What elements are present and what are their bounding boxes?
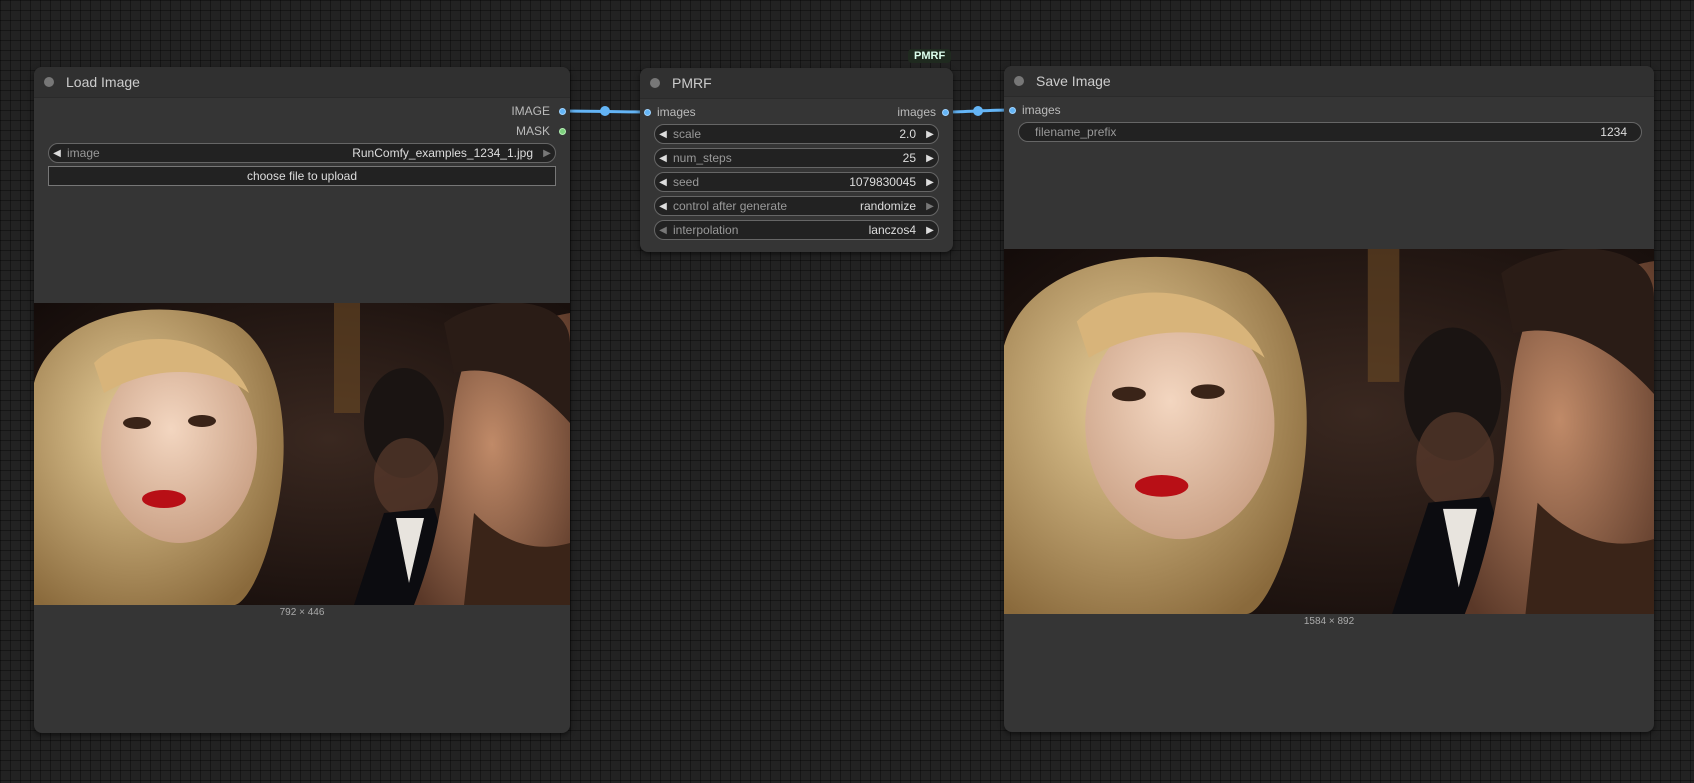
input-slot-images[interactable]: images bbox=[1009, 102, 1061, 118]
saved-image-preview bbox=[1004, 249, 1654, 614]
scale-widget[interactable]: ◀ scale 2.0 ▶ bbox=[654, 124, 939, 144]
pmrf-header[interactable]: PMRF bbox=[640, 68, 953, 99]
node-collapse-dot[interactable] bbox=[44, 77, 54, 87]
arrow-right-icon[interactable]: ▶ bbox=[922, 129, 938, 140]
widget-label: control after generate bbox=[673, 199, 788, 213]
widget-label: num_steps bbox=[673, 151, 732, 165]
node-title: PMRF bbox=[672, 75, 712, 91]
widget-value: 1234 bbox=[1600, 125, 1627, 139]
input-label: images bbox=[657, 105, 696, 119]
widget-label: interpolation bbox=[673, 223, 739, 237]
arrow-right-icon[interactable]: ▶ bbox=[539, 148, 555, 159]
node-title: Save Image bbox=[1036, 73, 1111, 89]
arrow-right-icon[interactable]: ▶ bbox=[922, 153, 938, 164]
arrow-left-icon[interactable]: ◀ bbox=[655, 129, 671, 140]
image-size-label: 1584 × 892 bbox=[1303, 616, 1355, 627]
widget-label: scale bbox=[673, 127, 702, 141]
output-label: MASK bbox=[515, 124, 550, 138]
preview-photo bbox=[34, 303, 570, 605]
link-midpoint-1 bbox=[600, 106, 610, 116]
output-label: IMAGE bbox=[511, 104, 550, 118]
node-collapse-dot[interactable] bbox=[1014, 76, 1024, 86]
arrow-left-icon[interactable]: ◀ bbox=[655, 225, 671, 236]
save-image-node[interactable]: Save Image images filename_prefix 1234 1… bbox=[1004, 66, 1654, 732]
arrow-left-icon[interactable]: ◀ bbox=[655, 177, 671, 188]
widget-value: RunComfy_examples_1234_1.jpg bbox=[352, 146, 533, 160]
output-dot-image[interactable] bbox=[559, 107, 566, 115]
image-preview bbox=[34, 303, 570, 605]
input-slot-images[interactable]: images bbox=[644, 104, 696, 120]
output-slot-images[interactable]: images bbox=[897, 104, 949, 120]
link-midpoint-2 bbox=[973, 106, 983, 116]
image-size-label: 792 × 446 bbox=[279, 607, 325, 618]
widget-value: lanczos4 bbox=[868, 223, 916, 237]
output-slot-mask[interactable]: MASK bbox=[516, 123, 566, 139]
control-after-generate-widget[interactable]: ◀ control after generate randomize ▶ bbox=[654, 196, 939, 216]
widget-label: filename_prefix bbox=[1035, 125, 1117, 139]
load-image-header[interactable]: Load Image bbox=[34, 67, 570, 98]
arrow-left-icon[interactable]: ◀ bbox=[49, 148, 65, 159]
widget-label: seed bbox=[673, 175, 700, 189]
widget-label: image bbox=[67, 146, 100, 160]
upload-button-label: choose file to upload bbox=[246, 169, 358, 183]
output-dot-mask[interactable] bbox=[559, 127, 566, 135]
input-dot-images[interactable] bbox=[644, 108, 651, 116]
filename-prefix-widget[interactable]: filename_prefix 1234 bbox=[1018, 122, 1642, 142]
pmrf-node[interactable]: PMRF images images ◀ scale 2.0 ▶ ◀ num_s… bbox=[640, 68, 953, 252]
seed-widget[interactable]: ◀ seed 1079830045 ▶ bbox=[654, 172, 939, 192]
widget-value: 1079830045 bbox=[849, 175, 916, 189]
arrow-left-icon[interactable]: ◀ bbox=[655, 201, 671, 212]
output-dot-images[interactable] bbox=[942, 108, 949, 116]
node-title: Load Image bbox=[66, 74, 140, 90]
arrow-left-icon[interactable]: ◀ bbox=[655, 153, 671, 164]
save-image-header[interactable]: Save Image bbox=[1004, 66, 1654, 97]
widget-value: randomize bbox=[859, 199, 916, 213]
input-label: images bbox=[1022, 103, 1061, 117]
output-slot-image[interactable]: IMAGE bbox=[511, 103, 566, 119]
output-label: images bbox=[897, 105, 936, 119]
widget-value: 2.0 bbox=[899, 127, 916, 141]
load-image-node[interactable]: Load Image IMAGE MASK ◀ image RunComfy_e… bbox=[34, 67, 570, 733]
saved-photo bbox=[1004, 249, 1654, 614]
pmrf-badge: PMRF bbox=[908, 49, 952, 63]
interpolation-widget[interactable]: ◀ interpolation lanczos4 ▶ bbox=[654, 220, 939, 240]
arrow-right-icon[interactable]: ▶ bbox=[922, 225, 938, 236]
num-steps-widget[interactable]: ◀ num_steps 25 ▶ bbox=[654, 148, 939, 168]
widget-value: 25 bbox=[902, 151, 916, 165]
arrow-right-icon[interactable]: ▶ bbox=[922, 201, 938, 212]
node-collapse-dot[interactable] bbox=[650, 78, 660, 88]
image-combo-widget[interactable]: ◀ image RunComfy_examples_1234_1.jpg ▶ bbox=[48, 143, 556, 163]
input-dot-images[interactable] bbox=[1009, 106, 1016, 114]
upload-button[interactable]: choose file to upload bbox=[48, 166, 556, 186]
arrow-right-icon[interactable]: ▶ bbox=[922, 177, 938, 188]
